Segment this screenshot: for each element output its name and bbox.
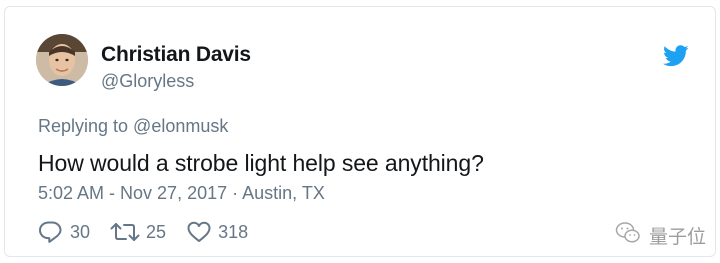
watermark-text: 量子位 <box>649 226 707 248</box>
author-handle[interactable]: @Gloryless <box>101 71 194 92</box>
like-count: 318 <box>218 221 249 242</box>
tweet-text: How would a strobe light help see anythi… <box>38 150 484 176</box>
like-button[interactable]: 318 <box>186 220 248 244</box>
avatar-image <box>36 34 88 86</box>
reply-button[interactable]: 30 <box>38 220 90 244</box>
retweet-button[interactable]: 25 <box>110 220 166 244</box>
reply-count: 30 <box>70 221 91 242</box>
author-name[interactable]: Christian Davis <box>101 43 251 67</box>
retweet-icon <box>110 220 140 244</box>
reply-icon <box>38 220 64 244</box>
tweet-timestamp[interactable]: 5:02 AM - Nov 27, 2017 · Austin, TX <box>38 183 325 204</box>
replying-to[interactable]: Replying to @elonmusk <box>38 116 228 137</box>
retweet-count: 25 <box>146 221 167 242</box>
heart-icon <box>186 220 212 244</box>
avatar[interactable] <box>36 34 88 86</box>
tweet-card: Christian Davis @Gloryless Replying to @… <box>4 6 716 257</box>
wechat-logo-icon <box>615 221 641 250</box>
watermark: 量子位 <box>615 221 706 250</box>
twitter-bird-icon[interactable] <box>663 45 689 67</box>
tweet-actions: 30 25 318 <box>38 219 268 245</box>
